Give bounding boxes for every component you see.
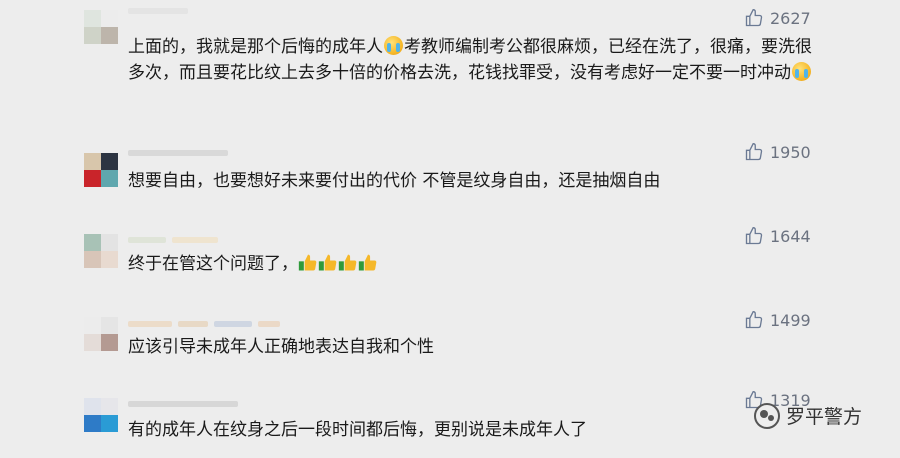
- like-count: 1950: [770, 142, 811, 162]
- avatar[interactable]: [84, 234, 118, 268]
- thumbs-up-icon: [358, 254, 377, 271]
- watermark: 罗平警方: [754, 402, 862, 429]
- crying-face-icon: [384, 36, 403, 55]
- username-blurred: [128, 321, 280, 327]
- avatar[interactable]: [84, 153, 118, 187]
- thumbs-up-icon: [298, 254, 317, 271]
- thumbs-up-icon: [745, 226, 763, 245]
- wechat-icon: [754, 402, 780, 429]
- avatar[interactable]: [84, 10, 118, 44]
- thumbs-up-icon: [745, 142, 763, 161]
- thumbs-up-icon: [338, 254, 357, 271]
- crying-face-icon: [792, 62, 811, 81]
- comment-text: 上面的，我就是那个后悔的成年人 考教师编制考公都很麻烦，已经在洗了，很痛，要洗很多…: [128, 36, 812, 83]
- like-button[interactable]: 2627: [744, 8, 811, 28]
- username-blurred: [128, 401, 238, 407]
- like-button[interactable]: 1950: [744, 142, 811, 162]
- like-count: 2627: [770, 8, 811, 28]
- thumbs-up-icon: [745, 310, 763, 329]
- thumbs-up-icon: [318, 254, 337, 271]
- like-button[interactable]: 1644: [744, 226, 811, 246]
- avatar[interactable]: [84, 398, 118, 432]
- username-blurred: [128, 150, 228, 156]
- comment-text: 应该引导未成年人正确地表达自我和个性: [128, 337, 434, 357]
- username-blurred: [128, 8, 188, 14]
- comment-text: 终于在管这个问题了，: [128, 251, 818, 277]
- like-button[interactable]: 1499: [744, 310, 811, 330]
- comment-text: 有的成年人在纹身之后一段时间都后悔，更别说是未成年人了: [128, 420, 587, 440]
- watermark-text: 罗平警方: [786, 406, 863, 428]
- avatar[interactable]: [84, 317, 118, 351]
- comment-text: 想要自由，也要想好未来要付出的代价 不管是纹身自由，还是抽烟自由: [128, 171, 661, 191]
- username-blurred: [128, 237, 218, 243]
- like-count: 1499: [770, 310, 811, 330]
- thumbs-up-icon: [745, 8, 763, 27]
- like-count: 1644: [770, 226, 811, 246]
